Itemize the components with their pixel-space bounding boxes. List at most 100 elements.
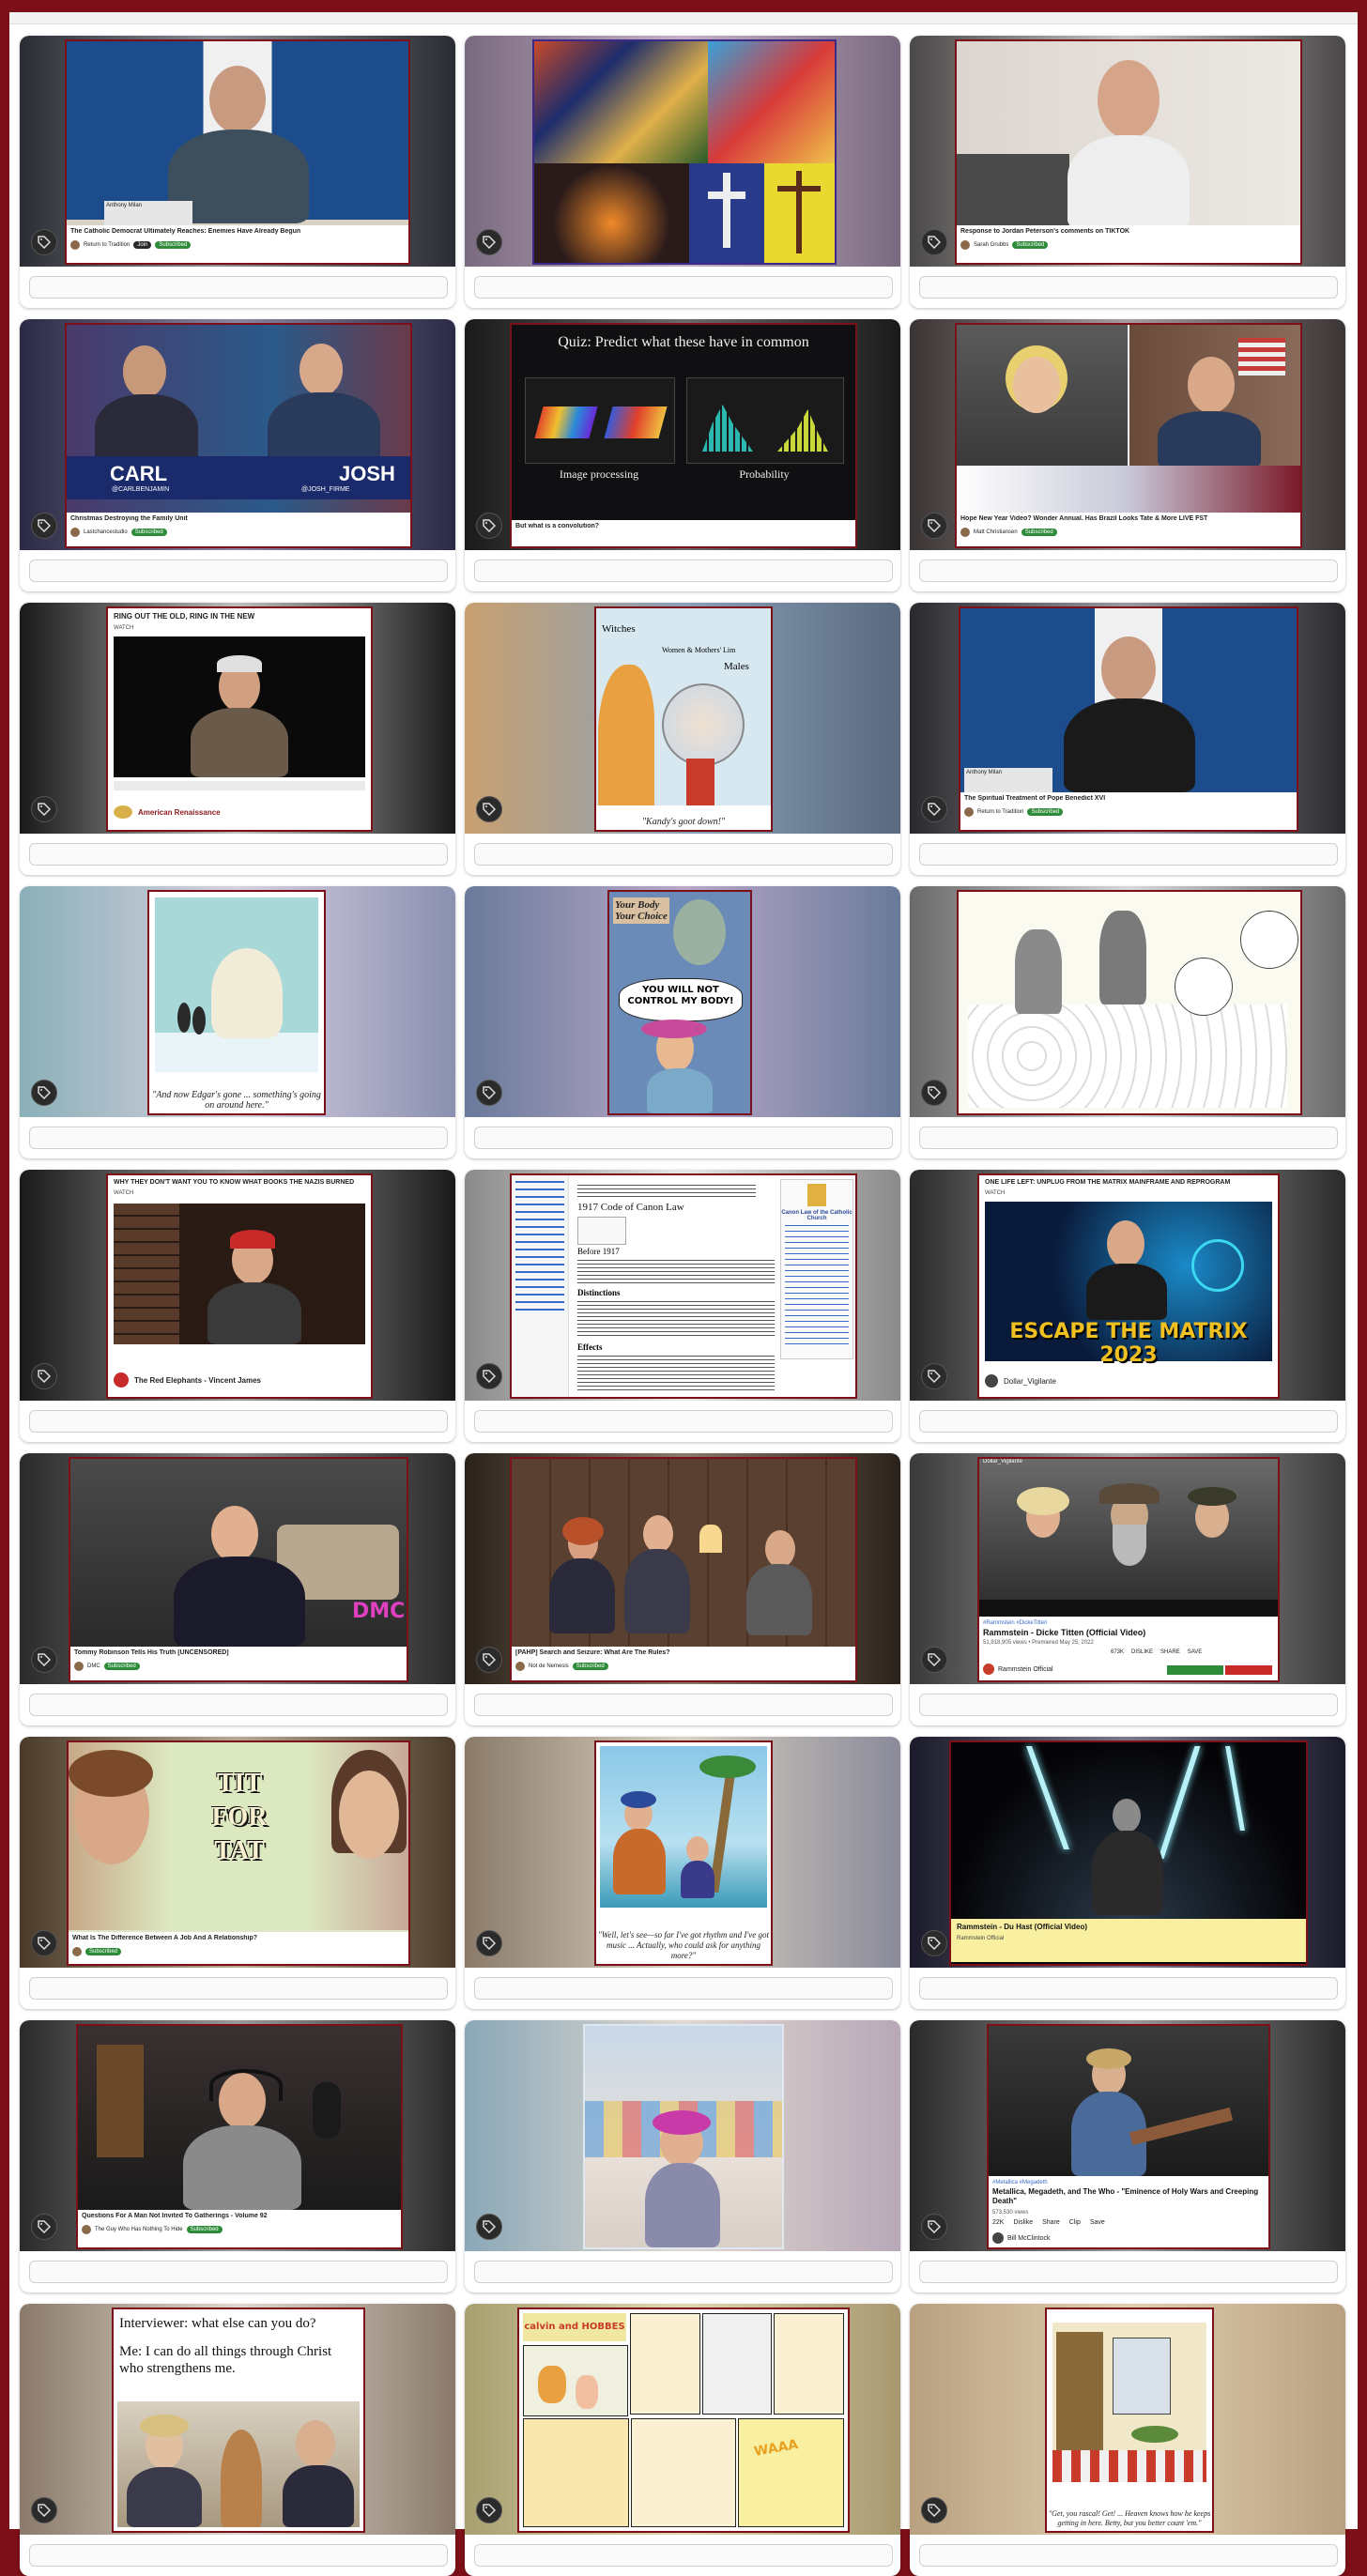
gallery-card[interactable]: WHY THEY DON'T WANT YOU TO KNOW WHAT BOO… bbox=[20, 1170, 455, 1442]
tag-button[interactable] bbox=[476, 2214, 502, 2240]
thumbnail[interactable]: Anthony Milan The Catholic Democrat Ulti… bbox=[20, 36, 455, 267]
tag-button[interactable] bbox=[476, 796, 502, 822]
gallery-card[interactable]: Your Body Your Choice YOU WILL NOT CONTR… bbox=[465, 886, 900, 1158]
gallery-card[interactable]: "Get, you rascal! Get! ... Heaven knows … bbox=[910, 2304, 1345, 2576]
thumbnail[interactable] bbox=[465, 2020, 900, 2251]
like-count[interactable]: 673K bbox=[1111, 1649, 1124, 1655]
tag-button[interactable] bbox=[476, 1363, 502, 1389]
tag-button[interactable] bbox=[921, 229, 947, 255]
tag-button[interactable] bbox=[921, 1080, 947, 1106]
caption-field[interactable] bbox=[474, 1977, 893, 2000]
caption-field[interactable] bbox=[29, 2544, 448, 2567]
tag-button[interactable] bbox=[476, 1930, 502, 1956]
gallery-card[interactable]: Rammstein - Du Hast (Official Video) Ram… bbox=[910, 1737, 1345, 2009]
dislike-button[interactable]: Dislike bbox=[1013, 2219, 1033, 2226]
thumbnail[interactable]: Witches Women & Mothers' Lim Males "Kand… bbox=[465, 603, 900, 834]
thumbnail[interactable]: #Metallica #Megadeth Metallica, Megadeth… bbox=[910, 2020, 1345, 2251]
gallery-card[interactable]: Questions For A Man Not Invited To Gathe… bbox=[20, 2020, 455, 2292]
caption-field[interactable] bbox=[474, 843, 893, 866]
caption-field[interactable] bbox=[474, 1410, 893, 1433]
thumbnail[interactable]: Hope New Year Video? Wonder Annual. Has … bbox=[910, 319, 1345, 550]
caption-field[interactable] bbox=[919, 1694, 1338, 1716]
gallery-card[interactable]: TIT FOR TAT What Is The Difference Betwe… bbox=[20, 1737, 455, 2009]
thumbnail[interactable]: Quiz: Predict what these have in common … bbox=[465, 319, 900, 550]
dislike-button[interactable]: DISLIKE bbox=[1131, 1649, 1153, 1655]
tag-button[interactable] bbox=[921, 1363, 947, 1389]
gallery-card[interactable]: [PAHP] Search and Seizure: What Are The … bbox=[465, 1453, 900, 1725]
thumbnail[interactable]: Interviewer: what else can you do? Me: I… bbox=[20, 2304, 455, 2535]
thumbnail[interactable]: Questions For A Man Not Invited To Gathe… bbox=[20, 2020, 455, 2251]
thumbnail[interactable]: "Well, let's see—so far I've got rhythm … bbox=[465, 1737, 900, 1968]
gallery-card[interactable]: RING OUT THE OLD, RING IN THE NEW WATCH … bbox=[20, 603, 455, 875]
tag-button[interactable] bbox=[921, 513, 947, 539]
thumbnail[interactable]: "And now Edgar's gone ... something's go… bbox=[20, 886, 455, 1117]
tag-button[interactable] bbox=[31, 229, 57, 255]
tag-button[interactable] bbox=[31, 2214, 57, 2240]
caption-field[interactable] bbox=[919, 843, 1338, 866]
thumbnail[interactable]: TIT FOR TAT What Is The Difference Betwe… bbox=[20, 1737, 455, 1968]
caption-field[interactable] bbox=[29, 843, 448, 866]
gallery-card[interactable]: Interviewer: what else can you do? Me: I… bbox=[20, 2304, 455, 2576]
caption-field[interactable] bbox=[919, 1410, 1338, 1433]
caption-field[interactable] bbox=[474, 1694, 893, 1716]
gallery-card[interactable]: #Metallica #Megadeth Metallica, Megadeth… bbox=[910, 2020, 1345, 2292]
thumbnail[interactable]: CARL JOSH @CARLBENJAMIN @JOSH_FIRME Chri… bbox=[20, 319, 455, 550]
thumbnail[interactable]: calvin and HOBBES WAAA bbox=[465, 2304, 900, 2535]
thumbnail[interactable]: DMC Tommy Robinson Tells His Truth [UNCE… bbox=[20, 1453, 455, 1684]
tag-button[interactable] bbox=[476, 229, 502, 255]
thumbnail[interactable]: RING OUT THE OLD, RING IN THE NEW WATCH … bbox=[20, 603, 455, 834]
gallery-card[interactable]: calvin and HOBBES WAAA bbox=[465, 2304, 900, 2576]
thumbnail[interactable]: Your Body Your Choice YOU WILL NOT CONTR… bbox=[465, 886, 900, 1117]
gallery-card[interactable]: #Rammstein #DickeTitten Rammstein - Dick… bbox=[910, 1453, 1345, 1725]
gallery-card[interactable]: Quiz: Predict what these have in common … bbox=[465, 319, 900, 591]
thumbnail[interactable]: 1917 Code of Canon Law Before 1917 Disti… bbox=[465, 1170, 900, 1401]
thumbnail[interactable] bbox=[910, 886, 1345, 1117]
gallery-card[interactable]: Hope New Year Video? Wonder Annual. Has … bbox=[910, 319, 1345, 591]
thumbnail[interactable]: "Get, you rascal! Get! ... Heaven knows … bbox=[910, 2304, 1345, 2535]
tag-button[interactable] bbox=[31, 796, 57, 822]
tag-button[interactable] bbox=[921, 2497, 947, 2523]
share-button[interactable]: SHARE bbox=[1160, 1649, 1180, 1655]
gallery-card[interactable] bbox=[910, 886, 1345, 1158]
gallery-card[interactable]: DMC Tommy Robinson Tells His Truth [UNCE… bbox=[20, 1453, 455, 1725]
gallery-card[interactable] bbox=[465, 2020, 900, 2292]
caption-field[interactable] bbox=[29, 1410, 448, 1433]
caption-field[interactable] bbox=[919, 2261, 1338, 2283]
thumbnail[interactable] bbox=[465, 36, 900, 267]
gallery-card[interactable] bbox=[465, 36, 900, 308]
tag-button[interactable] bbox=[476, 1647, 502, 1673]
caption-field[interactable] bbox=[919, 276, 1338, 299]
tag-button[interactable] bbox=[476, 513, 502, 539]
tag-button[interactable] bbox=[921, 1930, 947, 1956]
tag-button[interactable] bbox=[921, 796, 947, 822]
gallery-card[interactable]: ONE LIFE LEFT: UNPLUG FROM THE MATRIX MA… bbox=[910, 1170, 1345, 1442]
share-button[interactable]: Share bbox=[1042, 2219, 1060, 2226]
tag-button[interactable] bbox=[31, 2497, 57, 2523]
tag-button[interactable] bbox=[31, 1930, 57, 1956]
caption-field[interactable] bbox=[29, 2261, 448, 2283]
tag-button[interactable] bbox=[476, 1080, 502, 1106]
gallery-card[interactable]: Anthony Milan The Catholic Democrat Ulti… bbox=[20, 36, 455, 308]
gallery-card[interactable]: Witches Women & Mothers' Lim Males "Kand… bbox=[465, 603, 900, 875]
caption-field[interactable] bbox=[919, 560, 1338, 582]
caption-field[interactable] bbox=[474, 1127, 893, 1149]
caption-field[interactable] bbox=[919, 2544, 1338, 2567]
save-button[interactable]: Save bbox=[1090, 2219, 1105, 2226]
tag-button[interactable] bbox=[31, 513, 57, 539]
caption-field[interactable] bbox=[29, 1694, 448, 1716]
gallery-card[interactable]: Anthony Milan The Spiritual Treatment of… bbox=[910, 603, 1345, 875]
gallery-card[interactable]: CARL JOSH @CARLBENJAMIN @JOSH_FIRME Chri… bbox=[20, 319, 455, 591]
save-button[interactable]: SAVE bbox=[1188, 1649, 1203, 1655]
gallery-card[interactable]: "Well, let's see—so far I've got rhythm … bbox=[465, 1737, 900, 2009]
tag-button[interactable] bbox=[31, 1363, 57, 1389]
caption-field[interactable] bbox=[29, 1977, 448, 2000]
caption-field[interactable] bbox=[474, 560, 893, 582]
caption-field[interactable] bbox=[29, 1127, 448, 1149]
clip-button[interactable]: Clip bbox=[1069, 2219, 1081, 2226]
caption-field[interactable] bbox=[919, 1127, 1338, 1149]
tag-button[interactable] bbox=[476, 2497, 502, 2523]
caption-field[interactable] bbox=[29, 276, 448, 299]
tag-button[interactable] bbox=[31, 1647, 57, 1673]
gallery-card[interactable]: Response to Jordan Peterson's comments o… bbox=[910, 36, 1345, 308]
gallery-card[interactable]: "And now Edgar's gone ... something's go… bbox=[20, 886, 455, 1158]
